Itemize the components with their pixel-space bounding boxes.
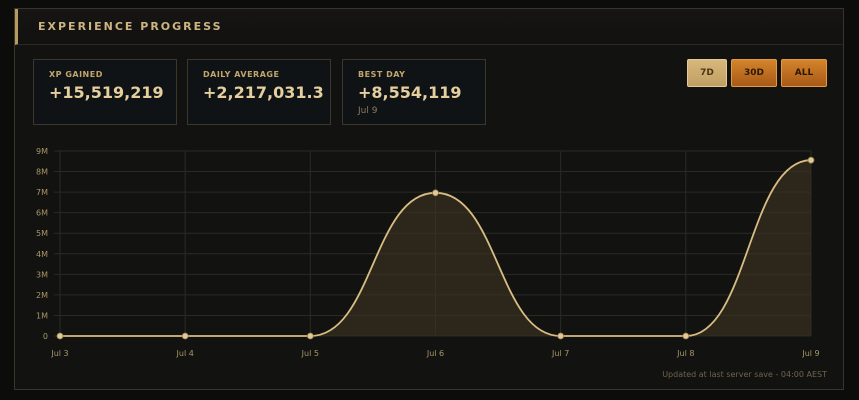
x-tick-label: Jul 8 <box>676 349 694 358</box>
y-tick-label: 7M <box>36 188 48 197</box>
x-tick-label: Jul 5 <box>301 349 319 358</box>
x-tick-label: Jul 6 <box>426 349 444 358</box>
y-tick-label: 9M <box>36 147 48 156</box>
y-tick-label: 3M <box>36 270 48 279</box>
data-point <box>56 332 64 340</box>
data-point <box>306 332 314 340</box>
data-point <box>432 189 439 197</box>
data-point <box>557 332 565 340</box>
x-tick-label: Jul 7 <box>551 349 569 358</box>
data-point <box>682 332 690 340</box>
y-tick-label: 1M <box>36 311 48 320</box>
x-tick-label: Jul 4 <box>176 349 194 358</box>
y-tick-label: 2M <box>36 291 48 300</box>
x-tick-label: Jul 3 <box>50 349 68 358</box>
y-tick-label: 4M <box>36 250 48 259</box>
data-point <box>807 156 815 164</box>
data-point <box>181 332 189 340</box>
x-tick-label: Jul 9 <box>801 349 819 358</box>
xp-area-chart: 0 1M 2M 3M 4M 5M 6M 7M 8M 9M Jul 3 Jul 4 Jul 5 Jul 6 J… <box>36 147 820 358</box>
y-tick-label: 0 <box>43 332 48 341</box>
y-tick-label: 8M <box>36 168 48 177</box>
y-tick-label: 6M <box>36 209 48 218</box>
y-tick-label: 5M <box>36 229 48 238</box>
